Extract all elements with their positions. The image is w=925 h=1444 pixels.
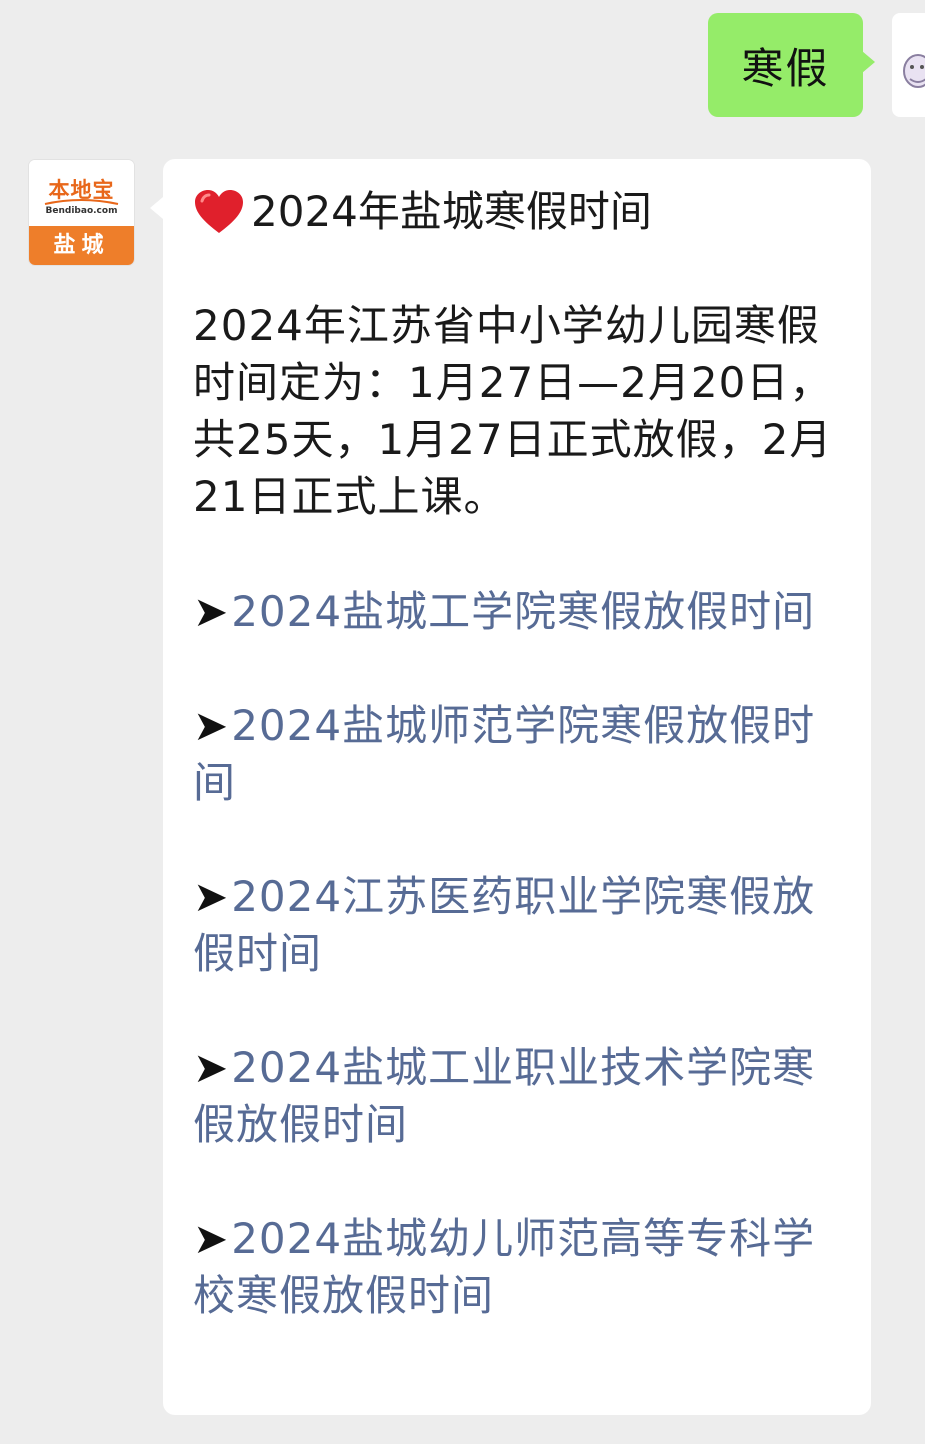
avatar-city: 盐城 [29, 226, 134, 265]
swoosh-icon [44, 199, 119, 205]
message-title: 2024年盐城寒假时间 [193, 183, 845, 241]
link-yancheng-preschool-college[interactable]: ➤2024盐城幼儿师范高等专科学校寒假放假时间 [193, 1210, 845, 1324]
link-text: 2024盐城工业职业技术学院寒假放假时间 [193, 1043, 816, 1149]
holiday-paragraph: 2024年江苏省中小学幼儿园寒假时间定为：1月27日—2月20日，共25天，1月… [193, 301, 833, 521]
outgoing-bubble[interactable]: 寒假 [708, 13, 875, 117]
chat-window: 寒假 本地宝 Bendibao.com 盐城 2024年盐城寒假时间 2024年… [0, 0, 925, 1444]
incoming-bubble: 2024年盐城寒假时间 2024年江苏省中小学幼儿园寒假时间定为：1月27日—2… [150, 159, 871, 1415]
link-yancheng-institute-of-technology[interactable]: ➤2024盐城工学院寒假放假时间 [193, 583, 845, 640]
arrow-icon: ➤ [193, 1043, 230, 1092]
title-text: 2024年盐城寒假时间 [251, 187, 652, 236]
link-text: 2024江苏医药职业学院寒假放假时间 [193, 872, 816, 978]
cartoon-avatar-icon [903, 54, 925, 88]
link-jiangsu-medical-vocational-college[interactable]: ➤2024江苏医药职业学院寒假放假时间 [193, 868, 845, 982]
avatar-domain: Bendibao.com [45, 206, 118, 216]
link-text: 2024盐城幼儿师范高等专科学校寒假放假时间 [193, 1214, 816, 1320]
link-yancheng-industrial-vocational-college[interactable]: ➤2024盐城工业职业技术学院寒假放假时间 [193, 1039, 845, 1153]
arrow-icon: ➤ [193, 1214, 230, 1263]
arrow-icon: ➤ [193, 701, 230, 750]
arrow-icon: ➤ [193, 587, 230, 636]
outgoing-message: 寒假 [0, 13, 925, 123]
outgoing-text: 寒假 [741, 43, 830, 93]
heart-icon [195, 190, 243, 233]
link-text: 2024盐城工学院寒假放假时间 [231, 587, 816, 636]
link-yancheng-teachers-university[interactable]: ➤2024盐城师范学院寒假放假时间 [193, 697, 845, 811]
avatar-logo-area: 本地宝 Bendibao.com [29, 160, 134, 226]
bendibao-avatar[interactable]: 本地宝 Bendibao.com 盐城 [29, 160, 134, 265]
link-text: 2024盐城师范学院寒假放假时间 [193, 701, 816, 807]
my-avatar[interactable] [892, 13, 925, 117]
arrow-icon: ➤ [193, 872, 230, 921]
